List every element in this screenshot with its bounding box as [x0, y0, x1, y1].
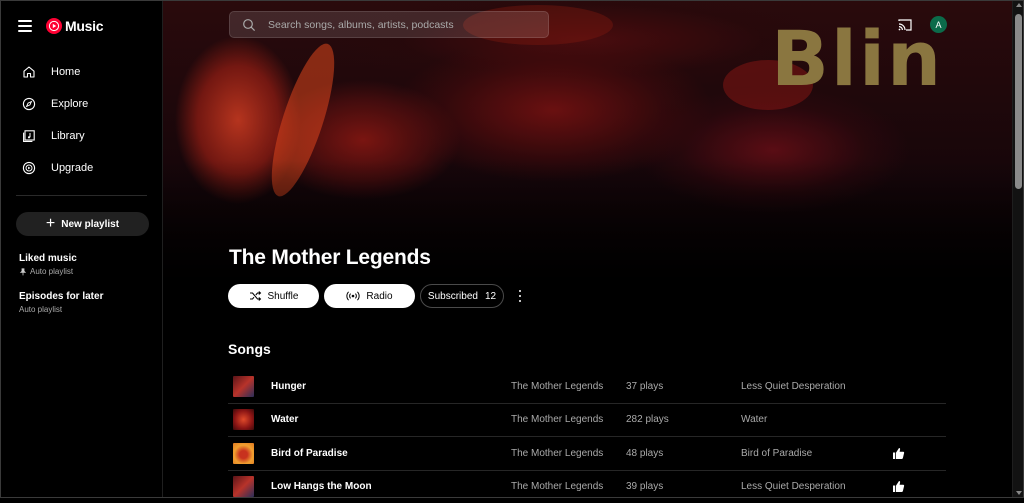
song-title[interactable]: Hunger: [271, 381, 306, 392]
table-row[interactable]: Bird of Paradise The Mother Legends 48 p…: [228, 437, 946, 471]
table-row[interactable]: Water The Mother Legends 282 plays Water: [228, 404, 946, 438]
banner-text: Blin: [771, 14, 943, 104]
scrollbar-thumb[interactable]: [1015, 14, 1022, 189]
song-artist[interactable]: The Mother Legends: [511, 381, 603, 392]
song-plays: 37 plays: [626, 381, 663, 392]
library-item-title: Liked music: [19, 253, 77, 264]
more-options-icon[interactable]: [514, 288, 526, 304]
artist-name: The Mother Legends: [229, 246, 431, 270]
song-list: Hunger The Mother Legends 37 plays Less …: [228, 370, 946, 503]
subscribed-button[interactable]: Subscribed 12: [420, 284, 504, 308]
radio-button[interactable]: Radio: [324, 284, 415, 308]
library-item-episodes-for-later[interactable]: Episodes for later Auto playlist: [19, 291, 103, 314]
scroll-up-icon[interactable]: [1016, 3, 1022, 7]
sidebar-item-home[interactable]: Home: [0, 56, 162, 88]
thumbs-up-icon[interactable]: [892, 447, 905, 460]
thumbs-up-icon[interactable]: [892, 480, 905, 493]
search-input[interactable]: [266, 18, 530, 32]
library-item-subtitle-text: Auto playlist: [30, 267, 73, 276]
radio-label: Radio: [366, 291, 392, 302]
library-item-title: Episodes for later: [19, 291, 103, 302]
new-playlist-label: New playlist: [61, 219, 119, 230]
shuffle-icon: [249, 290, 262, 302]
new-playlist-button[interactable]: + New playlist: [16, 212, 149, 236]
library-item-subtitle-text: Auto playlist: [19, 305, 62, 314]
song-album[interactable]: Less Quiet Desperation: [741, 381, 861, 392]
song-thumbnail[interactable]: [233, 443, 254, 464]
song-album[interactable]: Water: [741, 414, 861, 425]
sidebar-item-upgrade[interactable]: Upgrade: [0, 152, 162, 184]
library-icon: [22, 129, 36, 143]
song-artist[interactable]: The Mother Legends: [511, 448, 603, 459]
scroll-down-icon[interactable]: [1016, 491, 1022, 495]
plus-icon: +: [46, 219, 55, 229]
pin-icon: [19, 268, 27, 276]
menu-icon[interactable]: [18, 20, 32, 32]
page-scrollbar[interactable]: [1012, 0, 1024, 498]
song-artist[interactable]: The Mother Legends: [511, 414, 603, 425]
sidebar-item-label: Home: [51, 66, 80, 78]
songs-section-title: Songs: [228, 341, 271, 357]
song-plays: 39 plays: [626, 481, 663, 492]
upgrade-icon: [22, 161, 36, 175]
song-title[interactable]: Bird of Paradise: [271, 448, 348, 459]
sidebar-header: Music: [18, 14, 103, 38]
sidebar-nav: Home Explore Library Upgrade: [0, 56, 162, 184]
song-thumbnail[interactable]: [233, 476, 254, 497]
sidebar-item-label: Explore: [51, 98, 88, 110]
song-thumbnail[interactable]: [233, 409, 254, 430]
song-plays: 48 plays: [626, 448, 663, 459]
song-title[interactable]: Low Hangs the Moon: [271, 481, 372, 492]
artist-actions: Shuffle Radio Subscribed 12: [228, 284, 526, 308]
table-row[interactable]: Low Hangs the Moon The Mother Legends 39…: [228, 471, 946, 503]
subscribed-label: Subscribed: [428, 291, 478, 302]
music-logo[interactable]: Music: [46, 18, 103, 34]
radio-icon: [346, 290, 360, 302]
logo-play-icon: [46, 18, 62, 34]
sidebar-divider: [16, 195, 147, 196]
library-item-liked-music[interactable]: Liked music Auto playlist: [19, 253, 77, 276]
sidebar-item-library[interactable]: Library: [0, 120, 162, 152]
logo-text: Music: [65, 18, 103, 34]
song-plays: 282 plays: [626, 414, 669, 425]
song-artist[interactable]: The Mother Legends: [511, 481, 603, 492]
search-icon: [242, 18, 256, 32]
search-bar[interactable]: [229, 11, 549, 38]
table-row[interactable]: Hunger The Mother Legends 37 plays Less …: [228, 370, 946, 404]
home-icon: [22, 65, 36, 79]
shuffle-label: Shuffle: [268, 291, 299, 302]
library-item-subtitle: Auto playlist: [19, 305, 103, 314]
song-album[interactable]: Less Quiet Desperation: [741, 481, 861, 492]
sidebar-item-label: Upgrade: [51, 162, 93, 174]
song-album[interactable]: Bird of Paradise: [741, 448, 861, 459]
cast-icon[interactable]: [897, 17, 913, 33]
sidebar: Music Home Explore Library Upgrade: [0, 0, 163, 498]
compass-icon: [22, 97, 36, 111]
avatar[interactable]: A: [930, 16, 947, 33]
song-thumbnail[interactable]: [233, 376, 254, 397]
banner-fade: [163, 160, 1012, 300]
subscriber-count: 12: [485, 291, 496, 302]
sidebar-item-label: Library: [51, 130, 85, 142]
song-title[interactable]: Water: [271, 414, 298, 425]
sidebar-item-explore[interactable]: Explore: [0, 88, 162, 120]
shuffle-button[interactable]: Shuffle: [228, 284, 319, 308]
library-item-subtitle: Auto playlist: [19, 267, 77, 276]
